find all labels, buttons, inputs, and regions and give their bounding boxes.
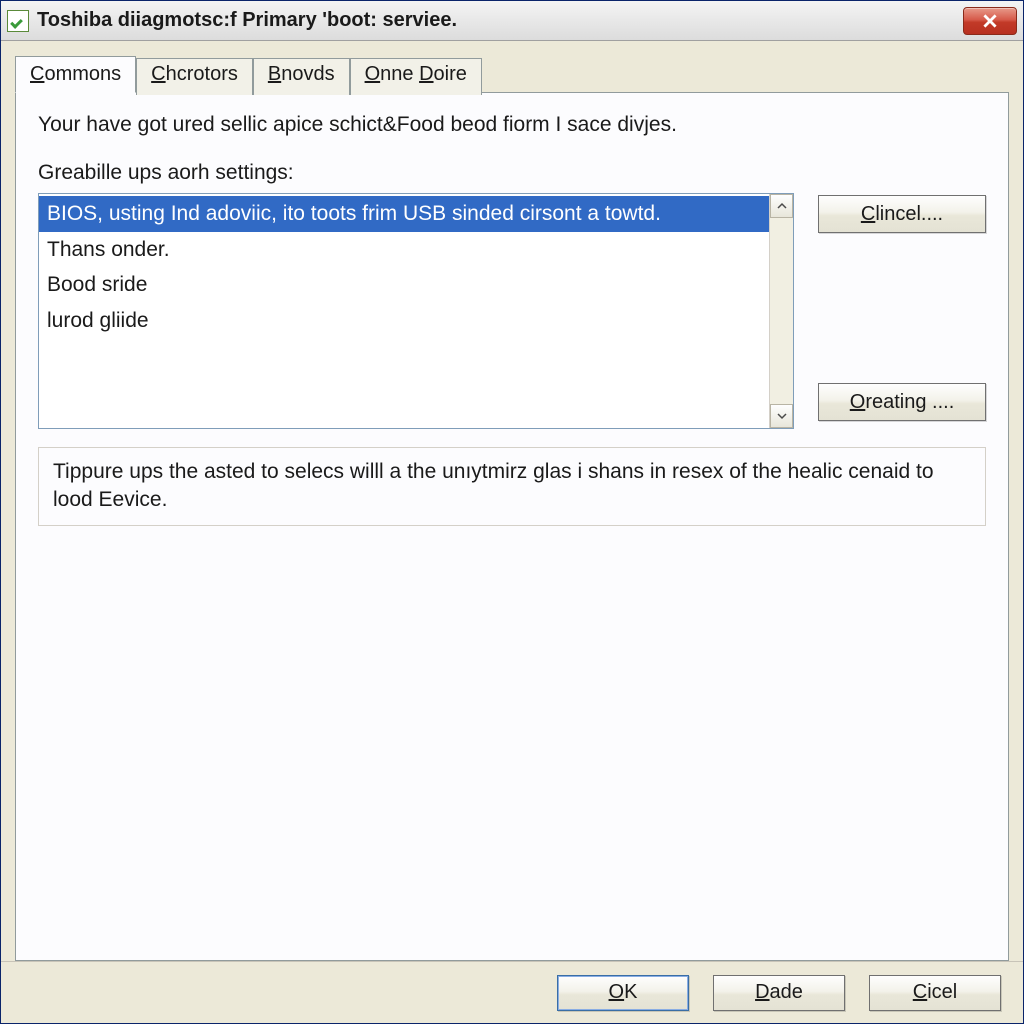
ok-button[interactable]: OK <box>557 975 689 1011</box>
chevron-up-icon <box>777 201 787 211</box>
tab-chcrotors[interactable]: Chcrotors <box>136 58 253 95</box>
tab-commons[interactable]: Commons <box>15 56 136 93</box>
titlebar[interactable]: Toshiba diiagmotsc:f Primary 'boot: serv… <box>1 1 1023 41</box>
tab-panel: Your have got ured sellic apice schict&F… <box>15 92 1009 961</box>
spacer <box>38 526 986 940</box>
window-title: Toshiba diiagmotsc:f Primary 'boot: serv… <box>37 9 963 32</box>
oreating-button[interactable]: Oreating .... <box>818 383 986 421</box>
list-item[interactable]: Thans onder. <box>39 232 769 268</box>
content-area: Commons Chcrotors Bnovds Onne Doire Your… <box>1 41 1023 961</box>
scroll-up-button[interactable] <box>770 194 793 218</box>
intro-text: Your have got ured sellic apice schict&F… <box>38 113 986 137</box>
close-button[interactable] <box>963 7 1017 35</box>
tabstrip: Commons Chcrotors Bnovds Onne Doire <box>15 55 1009 92</box>
scroll-track[interactable] <box>770 218 793 404</box>
list-row: BIOS, usting Ind adoviic, ito toots frim… <box>38 193 986 429</box>
tab-bnovds[interactable]: Bnovds <box>253 58 350 95</box>
side-buttons: Clincel.... Oreating .... <box>818 193 986 421</box>
dialog-footer: OK Dade Cicel <box>1 961 1023 1023</box>
hint-text: Tippure ups the asted to selecs willl a … <box>38 447 986 526</box>
scroll-down-button[interactable] <box>770 404 793 428</box>
cicel-button[interactable]: Cicel <box>869 975 1001 1011</box>
app-window: Toshiba diiagmotsc:f Primary 'boot: serv… <box>0 0 1024 1024</box>
close-icon <box>983 14 997 28</box>
settings-listbox[interactable]: BIOS, usting Ind adoviic, ito toots frim… <box>38 193 794 429</box>
tab-onne-doire[interactable]: Onne Doire <box>350 58 482 95</box>
list-label: Greabille ups aorh settings: <box>38 161 986 185</box>
dade-button[interactable]: Dade <box>713 975 845 1011</box>
app-icon <box>7 10 29 32</box>
scrollbar[interactable] <box>769 194 793 428</box>
chevron-down-icon <box>777 411 787 421</box>
list-item[interactable]: BIOS, usting Ind adoviic, ito toots frim… <box>39 196 769 232</box>
listbox-inner: BIOS, usting Ind adoviic, ito toots frim… <box>39 194 769 428</box>
clincel-button[interactable]: Clincel.... <box>818 195 986 233</box>
list-item[interactable]: lurod gliide <box>39 303 769 339</box>
list-item[interactable]: Bood sride <box>39 267 769 303</box>
